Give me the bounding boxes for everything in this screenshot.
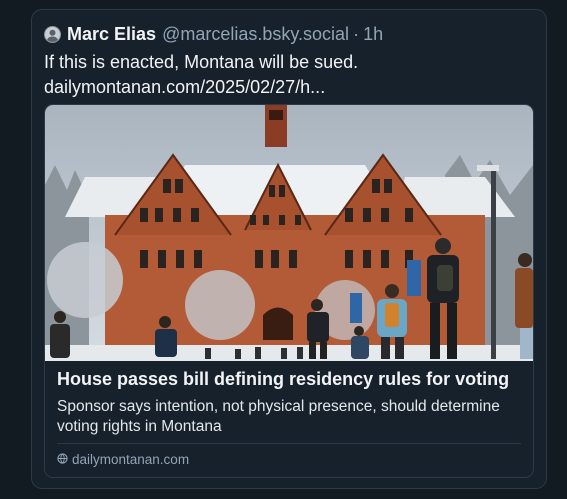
author-name[interactable]: Marc Elias [67,24,156,45]
post-text: If this is enacted, Montana will be sued… [44,50,358,100]
card-title[interactable]: House passes bill defining residency rul… [57,369,509,390]
post[interactable]: Marc Elias @marcelias.bsky.social · 1h I… [31,9,547,489]
card-image[interactable] [45,105,533,361]
separator: · [353,24,360,44]
card-source-domain: dailymontanan.com [72,452,190,467]
post-time[interactable]: 1h [363,24,383,45]
link-card[interactable]: House passes bill defining residency rul… [44,104,534,478]
avatar[interactable] [44,26,61,43]
card-source[interactable]: dailymontanan.com [57,452,189,467]
post-link[interactable]: dailymontanan.com/2025/02/27/h... [44,75,358,100]
card-divider [57,443,521,444]
post-text-line: If this is enacted, Montana will be sued… [44,52,359,72]
globe-icon [57,452,68,467]
post-header: Marc Elias @marcelias.bsky.social · 1h [44,24,383,45]
card-description: Sponsor says intention, not physical pre… [57,398,500,435]
author-handle[interactable]: @marcelias.bsky.social [162,24,349,45]
